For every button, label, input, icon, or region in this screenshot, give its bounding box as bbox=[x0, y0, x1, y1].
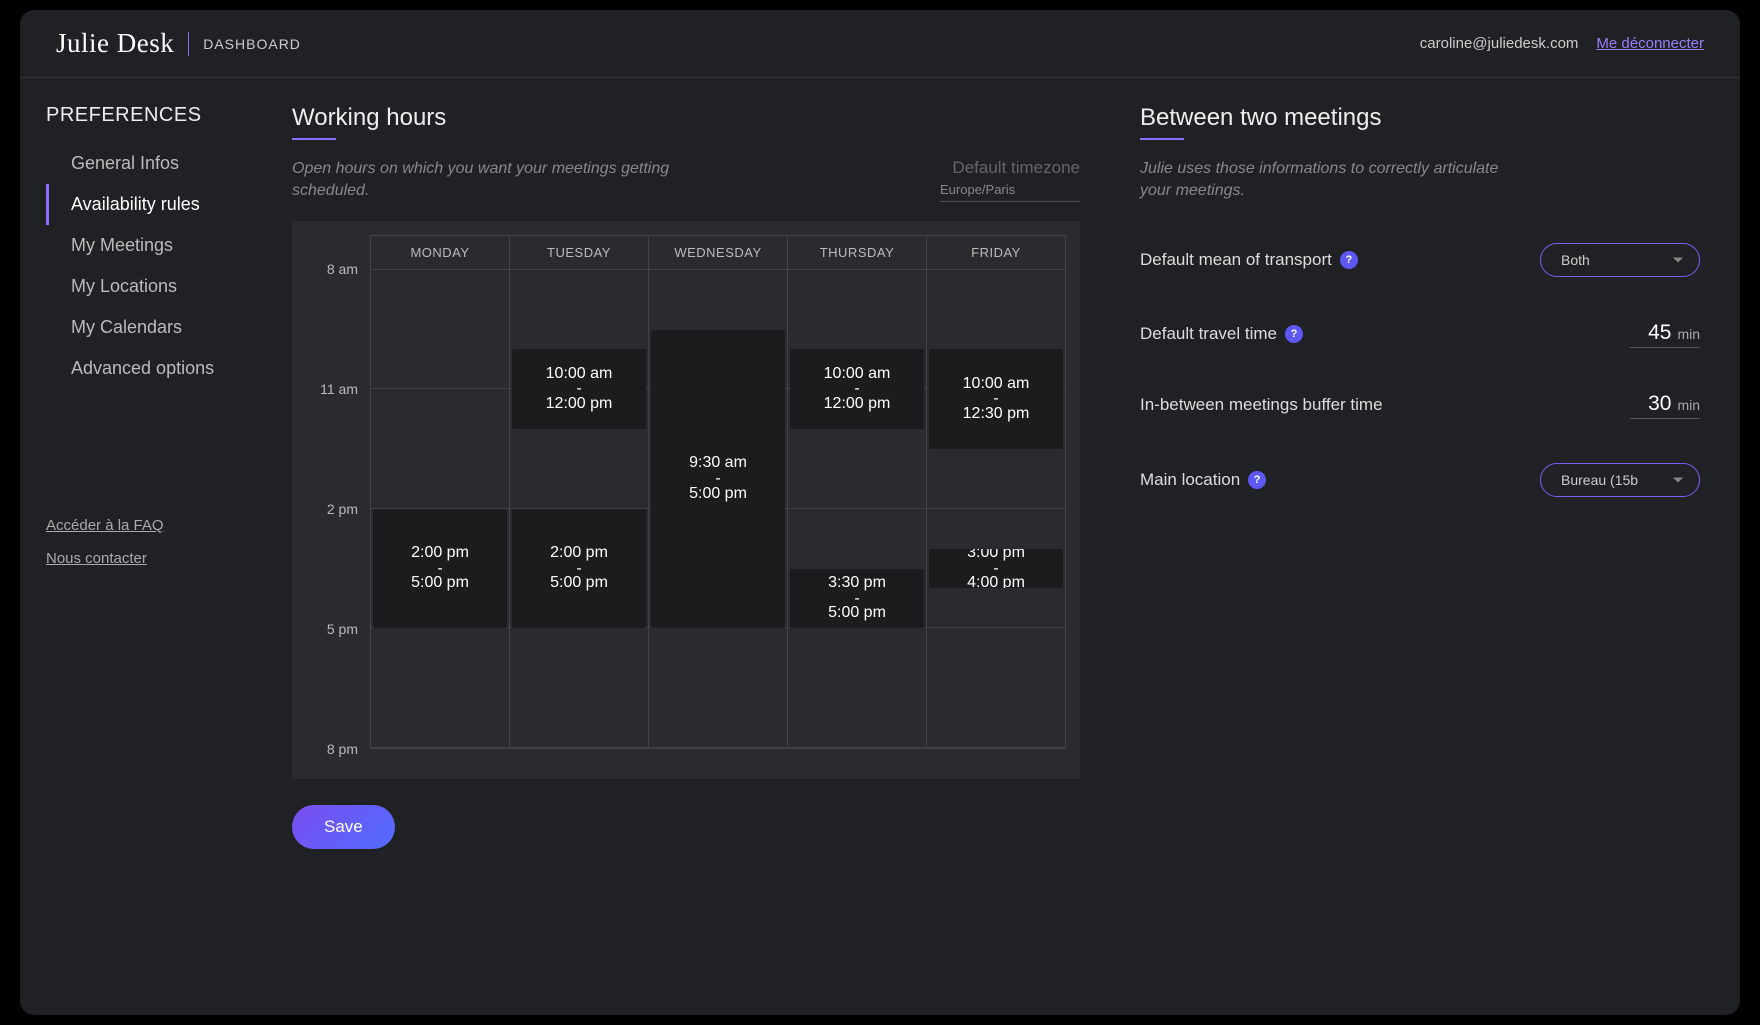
working-hours-subtext: Open hours on which you want your meetin… bbox=[292, 158, 672, 203]
calendar-event[interactable]: 10:00 am-12:30 pm bbox=[929, 349, 1063, 449]
timezone-value: Europe/Paris bbox=[940, 182, 1080, 202]
day-column: WEDNESDAY 9:30 am-5:00 pm bbox=[649, 236, 788, 748]
time-label: 8 am bbox=[306, 269, 370, 389]
travel-time-value: 45 bbox=[1648, 321, 1671, 345]
sidebar-heading: PREFERENCES bbox=[46, 104, 270, 127]
between-meetings-subtext: Julie uses those informations to correct… bbox=[1140, 158, 1520, 203]
buffer-time-row: In-between meetings buffer time 30 min bbox=[1140, 392, 1700, 419]
brand-divider bbox=[188, 32, 189, 56]
between-meetings-title: Between two meetings bbox=[1140, 104, 1381, 140]
main-location-value: Bureau (15b bbox=[1561, 472, 1638, 488]
sidebar-link[interactable]: Nous contacter bbox=[46, 542, 270, 575]
time-label: 5 pm bbox=[306, 629, 370, 749]
calendar[interactable]: 8 am11 am2 pm5 pm8 pm MONDAY2:00 pm-5:00… bbox=[292, 221, 1080, 779]
day-column: THURSDAY 10:00 am-12:00 pm 3:30 pm-5:00 pm bbox=[788, 236, 927, 748]
transport-row: Default mean of transport ? Both bbox=[1140, 243, 1700, 277]
brand-section: DASHBOARD bbox=[203, 36, 301, 52]
transport-value: Both bbox=[1561, 252, 1590, 268]
main-location-label: Main location bbox=[1140, 470, 1240, 490]
calendar-event[interactable]: 10:00 am-12:00 pm bbox=[790, 349, 924, 429]
brand-name: Julie Desk bbox=[56, 28, 174, 59]
topbar: Julie Desk DASHBOARD caroline@juliedesk.… bbox=[20, 10, 1740, 78]
day-header: FRIDAY bbox=[927, 236, 1065, 270]
save-button[interactable]: Save bbox=[292, 805, 395, 849]
day-column: MONDAY 2:00 pm-5:00 pm bbox=[371, 236, 510, 748]
day-body[interactable]: 2:00 pm-5:00 pm bbox=[371, 270, 509, 748]
user-area: caroline@juliedesk.com Me déconnecter bbox=[1420, 35, 1704, 52]
calendar-event[interactable]: 10:00 am-12:00 pm bbox=[512, 349, 646, 429]
sidebar-item[interactable]: Advanced options bbox=[46, 348, 270, 389]
help-icon[interactable]: ? bbox=[1248, 471, 1266, 489]
logout-link[interactable]: Me déconnecter bbox=[1596, 35, 1704, 52]
day-header: MONDAY bbox=[371, 236, 509, 270]
day-body[interactable]: 9:30 am-5:00 pm bbox=[649, 270, 787, 748]
calendar-event[interactable]: 3:00 pm-4:00 pm bbox=[929, 549, 1063, 589]
calendar-event[interactable]: 2:00 pm-5:00 pm bbox=[512, 509, 646, 629]
buffer-time-label: In-between meetings buffer time bbox=[1140, 395, 1383, 415]
brand-block: Julie Desk DASHBOARD bbox=[56, 28, 301, 59]
day-header: TUESDAY bbox=[510, 236, 648, 270]
day-body[interactable]: 10:00 am-12:00 pm 3:30 pm-5:00 pm bbox=[788, 270, 926, 748]
timezone-label: Default timezone bbox=[940, 158, 1080, 178]
calendar-event[interactable]: 3:30 pm-5:00 pm bbox=[790, 569, 924, 629]
sidebar-item[interactable]: My Meetings bbox=[46, 225, 270, 266]
day-header: WEDNESDAY bbox=[649, 236, 787, 270]
sidebar-item[interactable]: General Infos bbox=[46, 143, 270, 184]
buffer-time-input[interactable]: 30 min bbox=[1630, 392, 1700, 419]
sidebar-item[interactable]: My Calendars bbox=[46, 307, 270, 348]
main-location-row: Main location ? Bureau (15b bbox=[1140, 463, 1700, 497]
transport-label: Default mean of transport bbox=[1140, 250, 1332, 270]
sidebar-item[interactable]: My Locations bbox=[46, 266, 270, 307]
day-column: FRIDAY 10:00 am-12:30 pm 3:00 pm-4:00 pm bbox=[927, 236, 1065, 748]
user-email: caroline@juliedesk.com bbox=[1420, 35, 1579, 52]
help-icon[interactable]: ? bbox=[1285, 325, 1303, 343]
travel-time-unit: min bbox=[1677, 326, 1700, 342]
travel-time-input[interactable]: 45 min bbox=[1630, 321, 1700, 348]
buffer-time-unit: min bbox=[1677, 397, 1700, 413]
help-icon[interactable]: ? bbox=[1340, 251, 1358, 269]
chevron-down-icon bbox=[1673, 257, 1683, 262]
calendar-event[interactable]: 9:30 am-5:00 pm bbox=[651, 330, 785, 629]
travel-time-row: Default travel time ? 45 min bbox=[1140, 321, 1700, 348]
main-location-dropdown[interactable]: Bureau (15b bbox=[1540, 463, 1700, 497]
day-header: THURSDAY bbox=[788, 236, 926, 270]
timezone-block[interactable]: Default timezone Europe/Paris bbox=[940, 158, 1080, 202]
transport-dropdown[interactable]: Both bbox=[1540, 243, 1700, 277]
calendar-event[interactable]: 2:00 pm-5:00 pm bbox=[373, 509, 507, 629]
time-label: 11 am bbox=[306, 389, 370, 509]
travel-time-label: Default travel time bbox=[1140, 324, 1277, 344]
sidebar-link[interactable]: Accéder à la FAQ bbox=[46, 509, 270, 542]
time-label: 2 pm bbox=[306, 509, 370, 629]
day-column: TUESDAY 10:00 am-12:00 pm 2:00 pm-5:00 pm bbox=[510, 236, 649, 748]
sidebar: PREFERENCES General InfosAvailability ru… bbox=[20, 78, 280, 1015]
working-hours-title: Working hours bbox=[292, 104, 446, 140]
day-body[interactable]: 10:00 am-12:00 pm 2:00 pm-5:00 pm bbox=[510, 270, 648, 748]
chevron-down-icon bbox=[1673, 477, 1683, 482]
day-body[interactable]: 10:00 am-12:30 pm 3:00 pm-4:00 pm bbox=[927, 270, 1065, 748]
buffer-time-value: 30 bbox=[1648, 392, 1671, 416]
sidebar-item[interactable]: Availability rules bbox=[46, 184, 270, 225]
